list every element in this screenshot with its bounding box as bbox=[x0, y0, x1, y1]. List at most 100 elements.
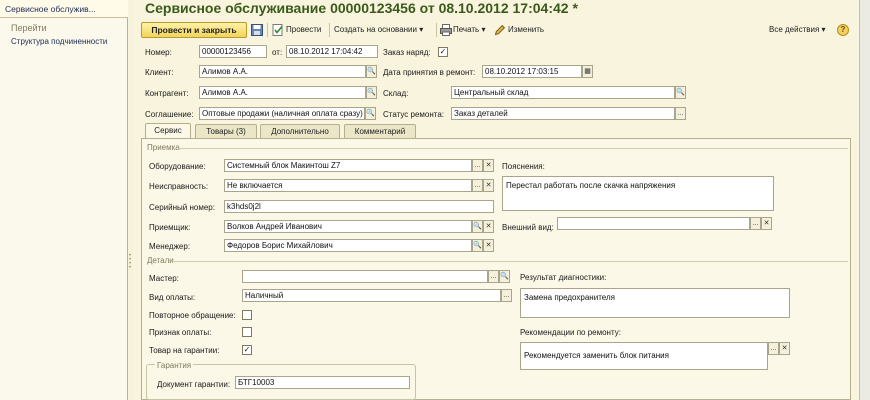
from-label: от: bbox=[272, 48, 283, 57]
appearance-field[interactable] bbox=[557, 217, 750, 230]
work-order-checkbox[interactable]: ✓ bbox=[438, 47, 448, 57]
payment-type-field[interactable]: Наличный bbox=[242, 289, 501, 302]
create-based-on-button[interactable]: Создать на основании ▾ bbox=[334, 25, 423, 34]
warranty-doc-label: Документ гарантии: bbox=[157, 380, 231, 389]
number-field[interactable]: 00000123456 bbox=[199, 45, 267, 58]
manager-field[interactable]: Федоров Борис Михайлович bbox=[224, 239, 472, 252]
payment-flag-label: Признак оплаты: bbox=[149, 328, 212, 337]
number-label: Номер: bbox=[145, 48, 172, 57]
manager-search-icon[interactable]: 🔍 bbox=[472, 239, 483, 252]
tab-additional[interactable]: Дополнительно bbox=[260, 124, 340, 138]
work-order-label: Заказ наряд: bbox=[383, 48, 431, 57]
nav-open-window-tab[interactable]: Сервисное обслужив... bbox=[0, 0, 128, 18]
manager-label: Менеджер: bbox=[149, 242, 191, 251]
chevron-down-icon: ▾ bbox=[481, 25, 486, 34]
chevron-down-icon: ▾ bbox=[419, 25, 424, 34]
master-label: Мастер: bbox=[149, 274, 179, 283]
appearance-label: Внешний вид: bbox=[502, 223, 554, 232]
toolbar-separator bbox=[436, 23, 437, 37]
fault-clear-icon[interactable]: ✕ bbox=[483, 179, 494, 192]
toolbar-separator bbox=[329, 23, 330, 37]
toolbar-separator bbox=[267, 23, 268, 37]
appearance-clear-icon[interactable]: ✕ bbox=[761, 217, 772, 230]
serial-number-label: Серийный номер: bbox=[149, 203, 215, 212]
payment-flag-checkbox[interactable] bbox=[242, 327, 252, 337]
nav-section-title: Перейти bbox=[11, 23, 47, 33]
agreement-search-icon[interactable]: 🔍 bbox=[365, 107, 376, 120]
receiver-label: Приемщик: bbox=[149, 223, 191, 232]
nav-link-subordination-structure[interactable]: Структура подчиненности bbox=[11, 37, 107, 46]
post-and-close-button[interactable]: Провести и закрыть bbox=[141, 22, 247, 38]
warranty-doc-field[interactable]: БТГ10003 bbox=[235, 376, 410, 389]
accept-date-field[interactable]: 08.10.2012 17:03:15 bbox=[482, 65, 582, 78]
edit-button[interactable]: Изменить bbox=[508, 25, 544, 34]
help-icon[interactable]: ? bbox=[837, 24, 849, 36]
fault-label: Неисправность: bbox=[149, 182, 209, 191]
payment-type-label: Вид оплаты: bbox=[149, 293, 196, 302]
diagnostics-label: Результат диагностики: bbox=[520, 273, 607, 282]
client-label: Клиент: bbox=[145, 68, 174, 77]
client-field[interactable]: Алимов А.А. bbox=[199, 65, 366, 78]
print-button[interactable]: Печать ▾ bbox=[453, 25, 485, 34]
receiver-search-icon[interactable]: 🔍 bbox=[472, 220, 483, 233]
counterparty-search-icon[interactable]: 🔍 bbox=[366, 86, 377, 99]
repair-status-label: Статус ремонта: bbox=[383, 110, 445, 119]
receiver-clear-icon[interactable]: ✕ bbox=[483, 220, 494, 233]
warranty-group-title: Гарантия bbox=[155, 361, 194, 370]
agreement-label: Соглашение: bbox=[145, 110, 194, 119]
warranty-goods-checkbox[interactable]: ✓ bbox=[242, 345, 252, 355]
repair-status-select-button[interactable]: ... bbox=[675, 107, 686, 120]
vertical-scrollbar[interactable] bbox=[859, 0, 870, 400]
master-search-icon[interactable]: 🔍 bbox=[499, 270, 510, 283]
agreement-field[interactable]: Оптовые продажи (наличная оплата сразу) bbox=[199, 107, 365, 120]
recommendations-clear-icon[interactable]: ✕ bbox=[779, 342, 790, 355]
post-document-icon bbox=[272, 24, 284, 36]
payment-type-select-button[interactable]: ... bbox=[501, 289, 512, 302]
explanations-label: Пояснения: bbox=[502, 162, 545, 171]
equipment-clear-icon[interactable]: ✕ bbox=[483, 159, 494, 172]
all-actions-label: Все действия bbox=[769, 25, 820, 34]
reception-group-title: Приемка bbox=[147, 143, 180, 152]
printer-icon bbox=[440, 24, 452, 36]
tab-comment[interactable]: Комментарий bbox=[344, 124, 416, 138]
equipment-select-button[interactable]: ... bbox=[472, 159, 483, 172]
print-label: Печать bbox=[453, 25, 480, 34]
warehouse-field[interactable]: Центральный склад bbox=[451, 86, 675, 99]
master-select-button[interactable]: ... bbox=[488, 270, 499, 283]
edit-pencil-icon bbox=[494, 24, 506, 36]
repeat-request-checkbox[interactable] bbox=[242, 310, 252, 320]
recommendations-select-button[interactable]: ... bbox=[768, 342, 779, 355]
repair-status-field[interactable]: Заказ деталей bbox=[451, 107, 675, 120]
diagnostics-textarea[interactable]: Замена предохранителя bbox=[520, 288, 790, 318]
navigation-panel: Сервисное обслужив... Перейти Структура … bbox=[0, 0, 128, 400]
accept-date-label: Дата принятия в ремонт: bbox=[383, 68, 476, 77]
fault-select-button[interactable]: ... bbox=[472, 179, 483, 192]
date-field[interactable]: 08.10.2012 17:04:42 bbox=[286, 45, 378, 58]
explanations-textarea[interactable]: Перестал работать после скачка напряжени… bbox=[502, 176, 774, 211]
post-button[interactable]: Провести bbox=[286, 25, 321, 34]
recommendations-textarea[interactable]: Рекомендуется заменить блок питания bbox=[520, 342, 768, 370]
receiver-field[interactable]: Волков Андрей Иванович bbox=[224, 220, 472, 233]
page-title: Сервисное обслуживание 00000123456 от 08… bbox=[145, 0, 578, 16]
counterparty-field[interactable]: Алимов А.А. bbox=[199, 86, 366, 99]
manager-clear-icon[interactable]: ✕ bbox=[483, 239, 494, 252]
warranty-goods-label: Товар на гарантии: bbox=[149, 346, 220, 355]
group-divider bbox=[174, 261, 848, 262]
tab-goods[interactable]: Товары (3) bbox=[195, 124, 257, 138]
appearance-select-button[interactable]: ... bbox=[750, 217, 761, 230]
calendar-icon[interactable]: ▦ bbox=[582, 65, 593, 78]
serial-number-field[interactable]: k3hds0j2l bbox=[224, 200, 494, 213]
repeat-request-label: Повторное обращение: bbox=[149, 311, 236, 320]
master-field[interactable] bbox=[242, 270, 488, 283]
equipment-field[interactable]: Системный блок Макинтош Z7 bbox=[224, 159, 472, 172]
group-divider bbox=[178, 148, 848, 149]
client-search-icon[interactable]: 🔍 bbox=[366, 65, 377, 78]
warehouse-label: Склад: bbox=[383, 89, 409, 98]
fault-field[interactable]: Не включается bbox=[224, 179, 472, 192]
warehouse-search-icon[interactable]: 🔍 bbox=[675, 86, 686, 99]
save-icon[interactable] bbox=[251, 24, 263, 36]
all-actions-button[interactable]: Все действия ▾ bbox=[769, 25, 826, 34]
chevron-down-icon: ▾ bbox=[821, 25, 826, 34]
details-group-title: Детали bbox=[147, 256, 174, 265]
tab-service[interactable]: Сервис bbox=[145, 123, 191, 139]
